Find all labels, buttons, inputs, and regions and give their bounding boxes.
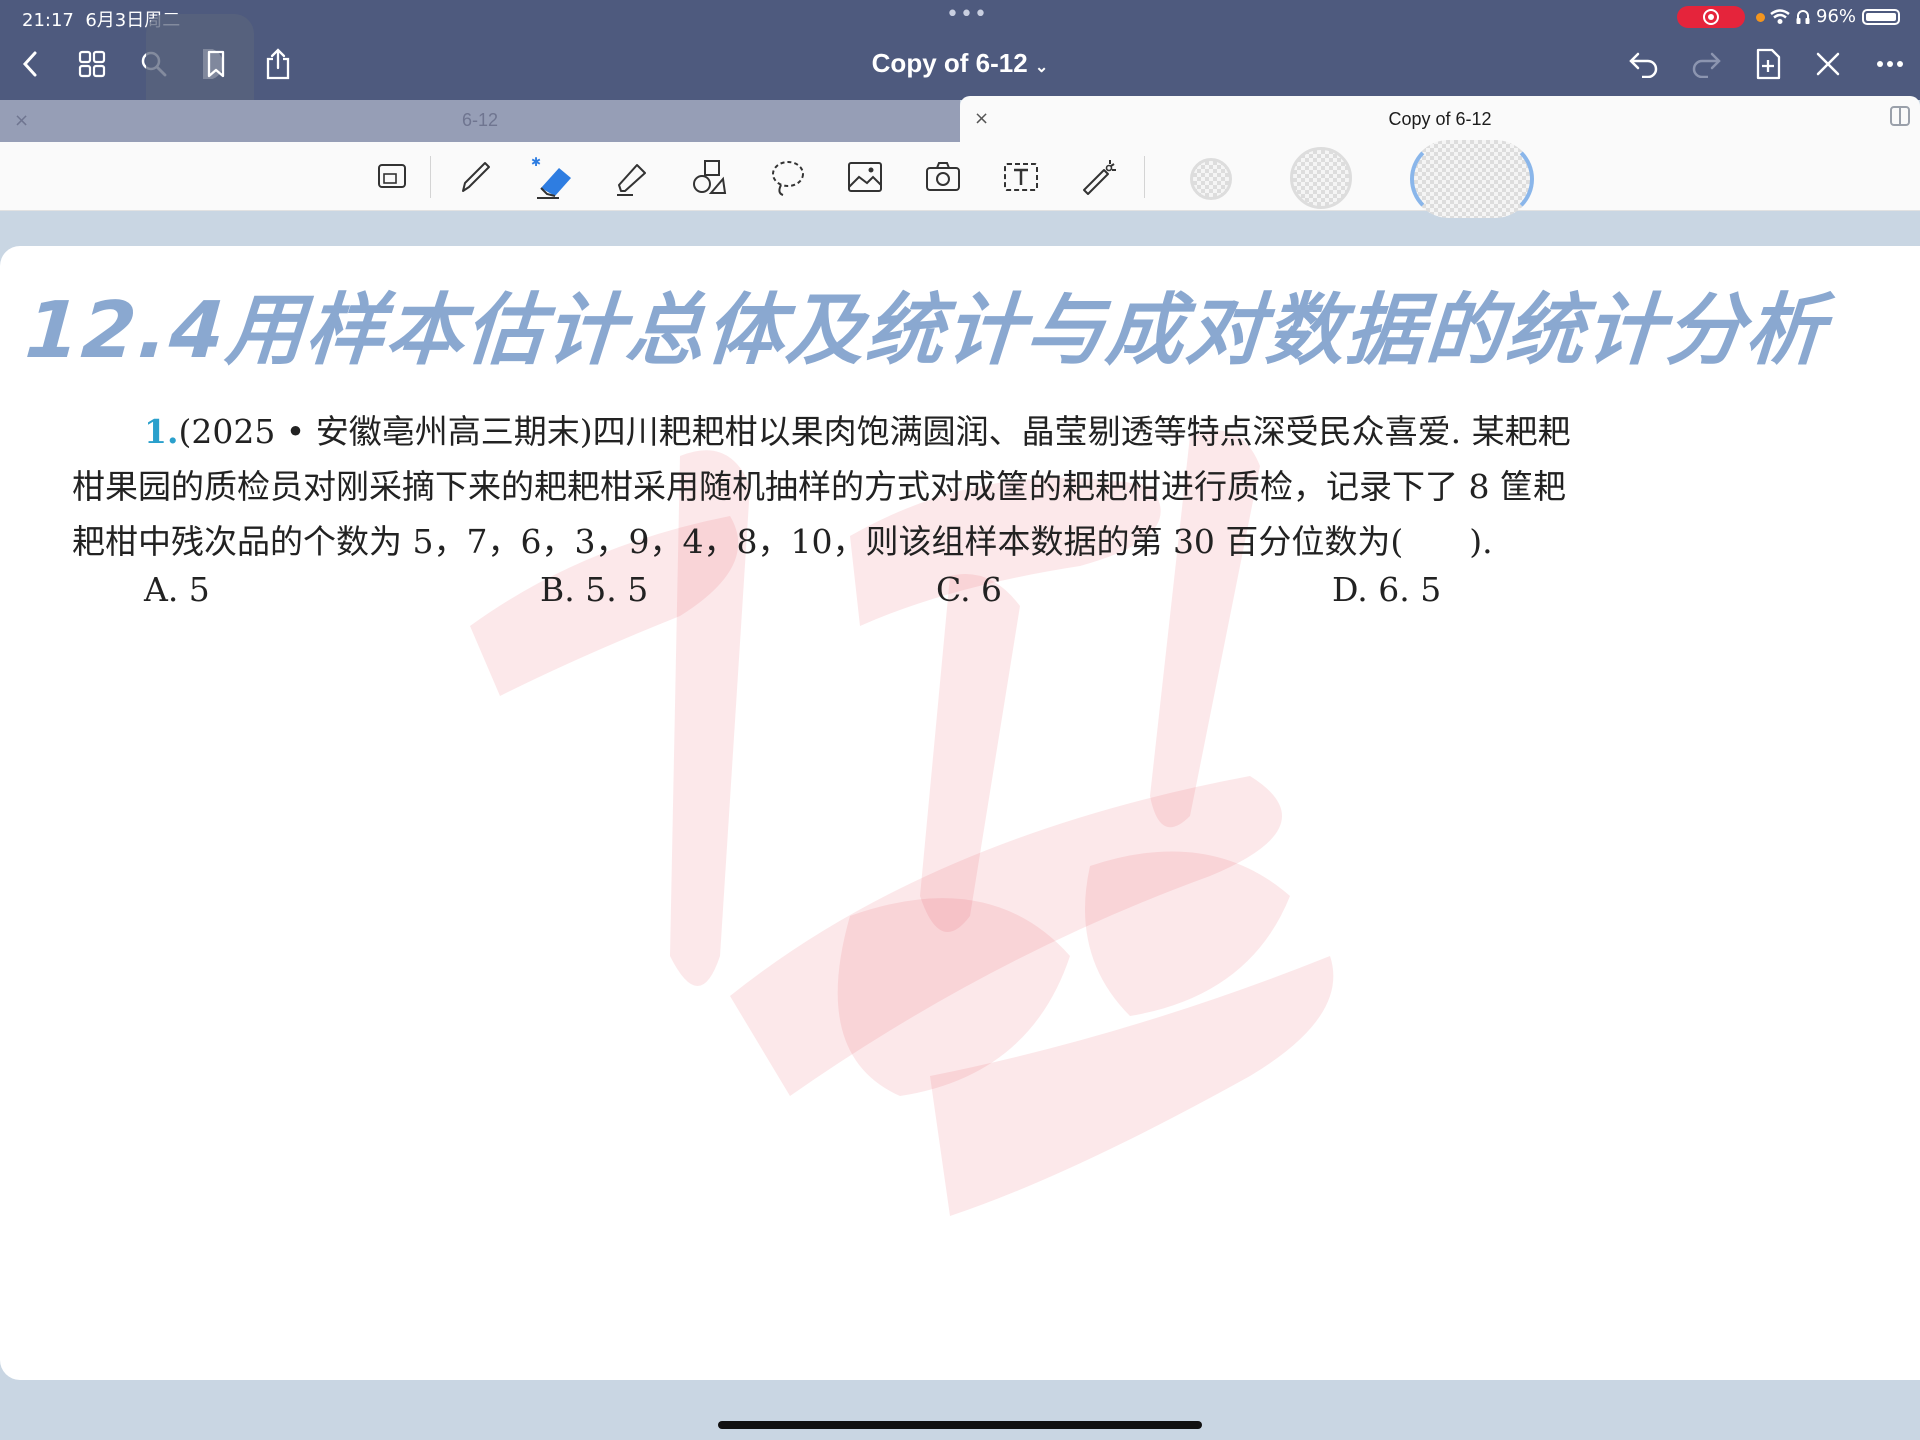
tab-label: Copy of 6-12 bbox=[1388, 109, 1492, 129]
stroke-size-medium[interactable] bbox=[1290, 147, 1352, 209]
tool-palette: ✱ bbox=[0, 140, 1920, 218]
eraser-tool[interactable]: ✱ bbox=[528, 152, 578, 202]
tab-6-12[interactable]: × 6-12 bbox=[0, 100, 960, 142]
shapes-tool[interactable] bbox=[684, 152, 734, 202]
option-d: D. 6. 5 bbox=[1332, 570, 1442, 609]
camera-tool[interactable] bbox=[918, 152, 968, 202]
section-heading: 12.4用样本估计总体及统计与成对数据的统计分析 bbox=[22, 286, 1830, 376]
divider bbox=[1144, 156, 1145, 198]
split-view-icon[interactable] bbox=[1890, 106, 1910, 126]
question-line-1-text: (2025 • 安徽亳州高三期末)四川耙耙柑以果肉饱满圆润、晶莹剔透等特点深受民… bbox=[178, 412, 1571, 451]
eraser-icon: ✱ bbox=[531, 155, 571, 199]
screen-recording-icon[interactable] bbox=[1677, 6, 1745, 28]
close-edit-button[interactable] bbox=[1808, 44, 1848, 84]
tab-bar: × 6-12 × Copy of 6-12 bbox=[0, 96, 1920, 142]
svg-text:✱: ✱ bbox=[531, 155, 541, 169]
lasso-icon bbox=[772, 161, 804, 196]
question-text: 1.(2025 • 安徽亳州高三期末)四川耙耙柑以果肉饱满圆润、晶莹剔透等特点深… bbox=[72, 404, 1712, 569]
more-button[interactable] bbox=[1870, 44, 1910, 84]
highlighter-icon bbox=[617, 164, 646, 196]
home-indicator[interactable] bbox=[718, 1421, 1202, 1429]
top-bar: 21:17 6月3日周二 ••• 96% Copy of 6-12 ⌄ bbox=[0, 0, 1920, 120]
text-tool[interactable] bbox=[996, 152, 1046, 202]
wifi-icon bbox=[1770, 8, 1790, 24]
redo-icon bbox=[1692, 52, 1721, 78]
zoom-window-tool[interactable] bbox=[368, 152, 418, 202]
question-line-3: 耙柑中残次品的个数为 5，7，6，3，9，4，8，10，则该组样本数据的第 30… bbox=[72, 522, 1493, 561]
headphones-icon bbox=[1796, 9, 1810, 24]
option-a: A. 5 bbox=[144, 570, 210, 609]
tab-copy-of-6-12[interactable]: × Copy of 6-12 bbox=[960, 96, 1920, 142]
question-line-2: 柑果园的质检员对刚采摘下来的耙耙柑采用随机抽样的方式对成筐的耙耙柑进行质检，记录… bbox=[72, 467, 1566, 506]
chevron-down-icon: ⌄ bbox=[1034, 59, 1049, 76]
stroke-size-small[interactable] bbox=[1190, 158, 1232, 200]
title-text: Copy of 6-12 bbox=[871, 48, 1028, 78]
stroke-size-large[interactable] bbox=[1410, 140, 1534, 218]
battery-icon bbox=[1862, 8, 1901, 25]
multitask-dots-icon[interactable]: ••• bbox=[946, 2, 988, 27]
tab-label: 6-12 bbox=[461, 110, 499, 130]
divider bbox=[430, 156, 431, 198]
pen-tool[interactable] bbox=[450, 152, 500, 202]
status-indicators: 96% bbox=[1770, 6, 1901, 27]
text-box-icon bbox=[1004, 163, 1038, 191]
laser-pointer-icon bbox=[1083, 160, 1116, 195]
shapes-icon bbox=[693, 160, 727, 194]
laser-pointer-tool[interactable] bbox=[1074, 152, 1124, 202]
pencil-slash-icon bbox=[1816, 52, 1840, 76]
question-number: 1. bbox=[144, 412, 179, 451]
pen-icon bbox=[462, 162, 490, 192]
lasso-tool[interactable] bbox=[762, 152, 812, 202]
option-b: B. 5. 5 bbox=[540, 570, 649, 609]
option-c: C. 6 bbox=[936, 570, 1003, 609]
add-page-button[interactable] bbox=[1748, 44, 1788, 84]
redo-button[interactable] bbox=[1686, 44, 1726, 84]
zoom-window-icon bbox=[378, 164, 406, 188]
highlighter-tool[interactable] bbox=[606, 152, 656, 202]
page-gap bbox=[0, 1380, 1920, 1440]
undo-button[interactable] bbox=[1624, 44, 1664, 84]
image-icon bbox=[848, 162, 882, 192]
mic-indicator-icon bbox=[1756, 13, 1765, 22]
add-page-icon bbox=[1756, 48, 1781, 80]
notebook-page[interactable]: 12.4用样本估计总体及统计与成对数据的统计分析 1.(2025 • 安徽亳州高… bbox=[0, 246, 1920, 1380]
image-tool[interactable] bbox=[840, 152, 890, 202]
battery-percent: 96% bbox=[1816, 6, 1857, 27]
camera-icon bbox=[926, 162, 960, 191]
undo-icon bbox=[1629, 52, 1658, 78]
clock-text: 21:17 bbox=[22, 10, 74, 31]
more-icon bbox=[1877, 61, 1903, 67]
question-line-1: 1.(2025 • 安徽亳州高三期末)四川耙耙柑以果肉饱满圆润、晶莹剔透等特点深… bbox=[72, 404, 1712, 459]
